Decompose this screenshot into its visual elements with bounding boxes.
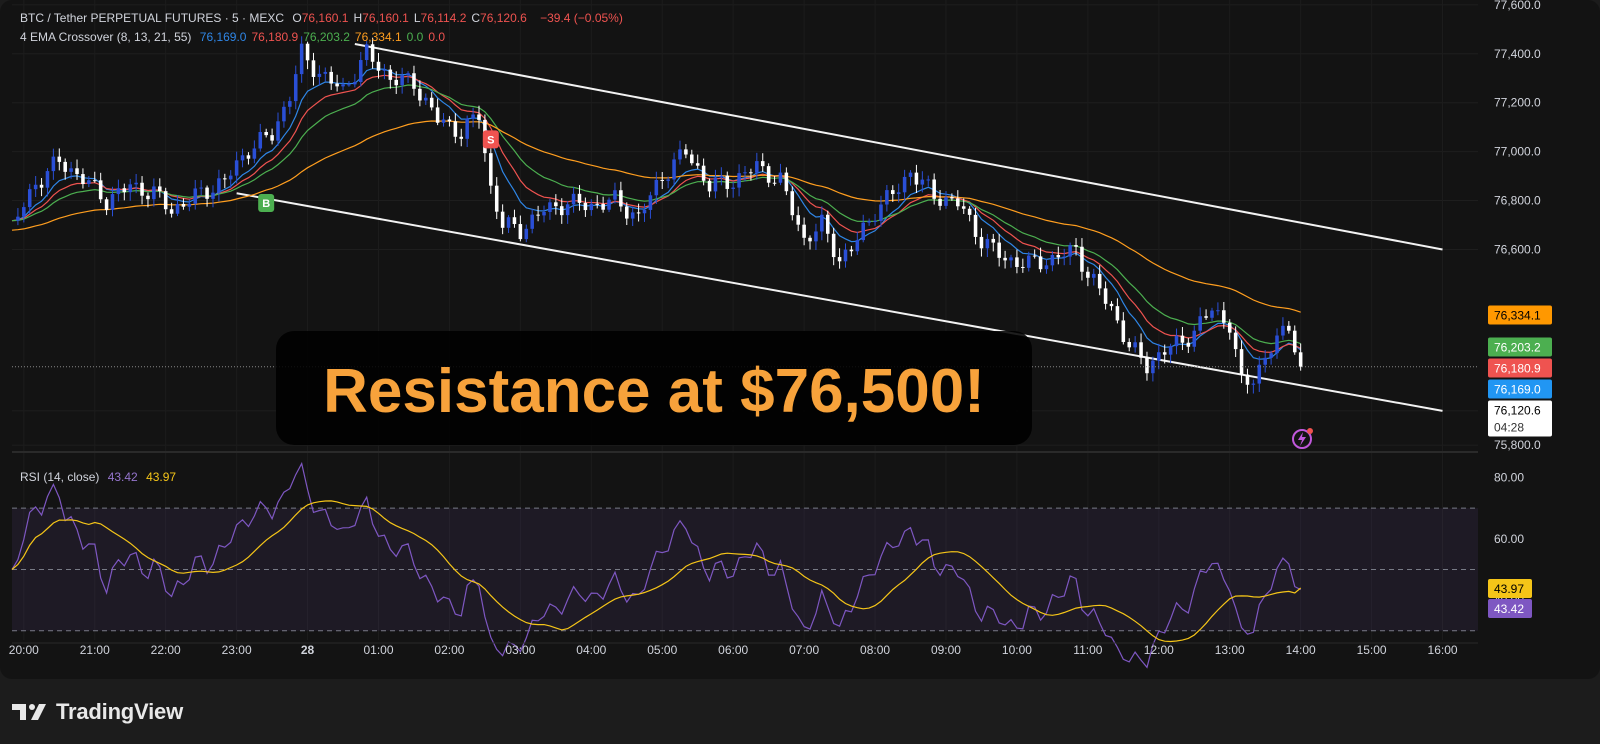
price-tag-text: 76,203.2 <box>1494 341 1541 355</box>
rsi-tick-label: 80.00 <box>1494 470 1524 484</box>
time-tick-label: 20:00 <box>9 643 39 657</box>
rsi-tag-text: 43.42 <box>1494 602 1524 616</box>
rsi-tag-text: 43.97 <box>1494 582 1524 596</box>
rsi-tick-label: 60.00 <box>1494 532 1524 546</box>
ema-price-tag: 76,203.2 <box>1488 337 1552 357</box>
time-tick-label: 23:00 <box>222 643 252 657</box>
price-tick-label: 77,200.0 <box>1494 96 1541 110</box>
ema-value-5: 0.0 <box>428 30 446 44</box>
ema-legend[interactable]: 4 EMA Crossover (8, 13, 21, 55) 76,169.0… <box>20 30 455 44</box>
rsi-value-tag: 43.42 <box>1488 598 1532 618</box>
chart-canvas[interactable]: B S Resistance at $76,500! 20:00 21:00 22:0… <box>0 0 1600 744</box>
rsi-ma-value: 43.97 <box>146 470 177 484</box>
overlay-text: Resistance at $76,500! <box>323 357 985 426</box>
ohlc-key-o: O <box>292 11 302 25</box>
signal-buy-marker[interactable]: B <box>258 193 275 212</box>
ema-price-tag: 76,169.0 <box>1488 379 1552 399</box>
price-tag-text: 76,334.1 <box>1494 308 1541 322</box>
brand-name: TradingView <box>56 699 183 724</box>
symbol-legend[interactable]: BTC / Tether PERPETUAL FUTURES · 5 · MEX… <box>20 11 628 25</box>
time-tick-label: 22:00 <box>151 643 181 657</box>
time-tick-label: 15:00 <box>1357 643 1387 657</box>
time-tick-label: 13:00 <box>1215 643 1245 657</box>
ema-value-4: 0.0 <box>406 30 424 44</box>
time-tick-label: 28 <box>301 643 315 657</box>
ohlc-value-c: 76,120.6 <box>480 11 527 25</box>
rsi-value-tag: 43.97 <box>1488 578 1532 598</box>
rsi-value: 43.42 <box>107 470 138 484</box>
ema-price-tag: 76,180.9 <box>1488 358 1552 378</box>
ema-values: 76,169.0 76,180.9 76,203.2 76,334.1 0.0 0.0 <box>200 30 450 44</box>
time-tick-label: 03:00 <box>505 643 535 657</box>
ema-value-0: 76,169.0 <box>199 30 247 44</box>
ema-indicator-label[interactable]: 4 EMA Crossover (8, 13, 21, 55) <box>20 30 191 44</box>
ohlc-value-o: 76,160.1 <box>301 11 349 25</box>
ema-value-2: 76,203.2 <box>303 30 350 44</box>
price-tag-text: 76,120.6 <box>1494 404 1541 418</box>
ema-value-3: 76,334.1 <box>354 30 402 44</box>
ohlc-values: O76,160.1 H76,160.1 L76,114.2 C76,120.6 <box>292 11 531 25</box>
rsi-indicator-label[interactable]: RSI (14, close) <box>20 470 99 484</box>
last-price-tag: 76,120.6 04:28 <box>1488 400 1552 437</box>
time-tick-label: 16:00 <box>1428 643 1458 657</box>
price-tick-label: 76,600.0 <box>1494 242 1541 256</box>
price-tick-label: 76,800.0 <box>1494 194 1541 208</box>
time-tick-label: 05:00 <box>647 643 677 657</box>
price-tick-label: 77,000.0 <box>1494 145 1541 159</box>
overlay-banner: Resistance at $76,500! <box>276 331 1032 445</box>
time-tick-label: 11:00 <box>1073 643 1102 657</box>
time-tick-label: 14:00 <box>1286 643 1316 657</box>
time-tick-label: 09:00 <box>931 643 961 657</box>
price-tag-text: 76,180.9 <box>1494 362 1541 376</box>
time-tick-label: 06:00 <box>718 643 748 657</box>
tradingview-logo-icon <box>12 704 46 720</box>
time-tick-label: 12:00 <box>1144 643 1174 657</box>
price-change: −39.4 (−0.05%) <box>540 11 623 25</box>
brand[interactable]: TradingView <box>12 699 183 725</box>
ema-price-tag: 76,334.1 <box>1488 305 1552 325</box>
ema-value-1: 76,180.9 <box>251 30 299 44</box>
price-tick-label: 77,400.0 <box>1494 47 1541 61</box>
signal-sell-marker[interactable]: S <box>482 130 499 149</box>
time-tick-label: 07:00 <box>789 643 819 657</box>
time-tick-label: 02:00 <box>434 643 464 657</box>
candle-countdown: 04:28 <box>1494 421 1524 435</box>
time-tick-label: 08:00 <box>860 643 890 657</box>
time-tick-label: 21:00 <box>80 643 110 657</box>
rsi-legend[interactable]: RSI (14, close) 43.42 43.97 <box>20 470 181 484</box>
ohlc-value-l: 76,114.2 <box>420 11 467 25</box>
ohlc-key-l: L <box>413 11 421 25</box>
time-tick-label: 01:00 <box>363 643 393 657</box>
signal-label: S <box>487 134 494 146</box>
ohlc-key-h: H <box>353 11 363 25</box>
price-tag-text: 76,169.0 <box>1494 383 1541 397</box>
price-tick-label: 75,800.0 <box>1494 438 1541 452</box>
symbol-title[interactable]: BTC / Tether PERPETUAL FUTURES · 5 · MEX… <box>20 11 284 25</box>
price-tick-label: 77,600.0 <box>1494 0 1541 12</box>
time-tick-label: 10:00 <box>1002 643 1032 657</box>
time-tick-label: 04:00 <box>576 643 606 657</box>
ohlc-value-h: 76,160.1 <box>362 11 409 25</box>
signal-label: B <box>262 198 270 210</box>
ohlc-key-c: C <box>471 11 481 25</box>
